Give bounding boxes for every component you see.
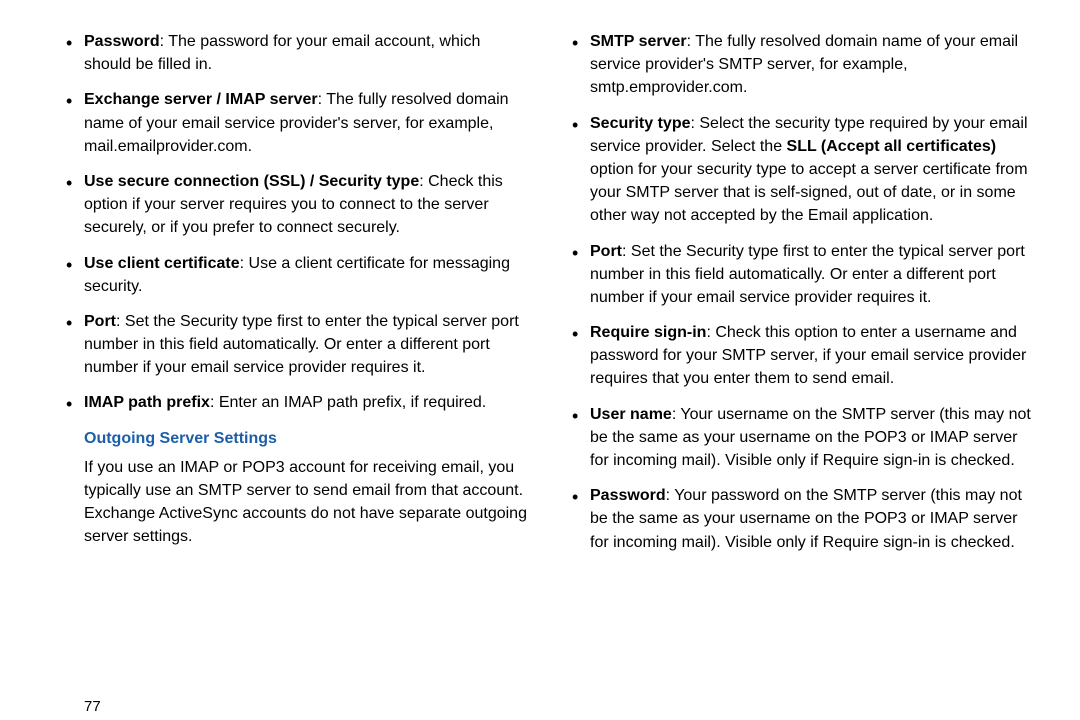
list-item: Port: Set the Security type first to ent… xyxy=(590,240,1034,310)
list-item: User name: Your username on the SMTP ser… xyxy=(590,403,1034,473)
term-port-out: Port xyxy=(590,243,622,260)
term-exchange-server: Exchange server / IMAP server xyxy=(84,91,318,108)
list-item: Password: The password for your email ac… xyxy=(84,30,528,76)
term-port: Port xyxy=(84,313,116,330)
manual-page: Password: The password for your email ac… xyxy=(0,0,1080,720)
term-user-name: User name xyxy=(590,406,672,423)
term-password: Password xyxy=(84,33,160,50)
list-item: Use secure connection (SSL) / Security t… xyxy=(84,170,528,240)
right-column: SMTP server: The fully resolved domain n… xyxy=(540,30,1046,710)
list-item: IMAP path prefix: Enter an IMAP path pre… xyxy=(84,391,528,414)
term-require-signin: Require sign-in xyxy=(590,324,706,341)
incoming-settings-list: Password: The password for your email ac… xyxy=(46,30,528,415)
desc-post: option for your security type to accept … xyxy=(590,161,1028,224)
page-number: 77 xyxy=(84,696,101,718)
desc: : Set the Security type first to enter t… xyxy=(84,313,519,376)
list-item: Require sign-in: Check this option to en… xyxy=(590,321,1034,391)
term-ssl: Use secure connection (SSL) / Security t… xyxy=(84,173,419,190)
heading-outgoing-server-settings: Outgoing Server Settings xyxy=(84,427,528,450)
desc: : Enter an IMAP path prefix, if required… xyxy=(210,394,486,411)
list-item: Security type: Select the security type … xyxy=(590,112,1034,228)
term-security-type: Security type xyxy=(590,115,690,132)
bold-sll-option: SLL (Accept all certificates) xyxy=(787,138,997,155)
term-password-out: Password xyxy=(590,487,666,504)
outgoing-settings-list: SMTP server: The fully resolved domain n… xyxy=(552,30,1034,554)
outgoing-paragraph: If you use an IMAP or POP3 account for r… xyxy=(84,456,528,549)
left-column: Password: The password for your email ac… xyxy=(34,30,540,710)
list-item: Use client certificate: Use a client cer… xyxy=(84,252,528,298)
desc: : Set the Security type first to enter t… xyxy=(590,243,1025,306)
list-item: Exchange server / IMAP server: The fully… xyxy=(84,88,528,158)
list-item: SMTP server: The fully resolved domain n… xyxy=(590,30,1034,100)
term-imap-prefix: IMAP path prefix xyxy=(84,394,210,411)
term-smtp-server: SMTP server xyxy=(590,33,687,50)
list-item: Port: Set the Security type first to ent… xyxy=(84,310,528,380)
term-client-cert: Use client certificate xyxy=(84,255,240,272)
list-item: Password: Your password on the SMTP serv… xyxy=(590,484,1034,554)
